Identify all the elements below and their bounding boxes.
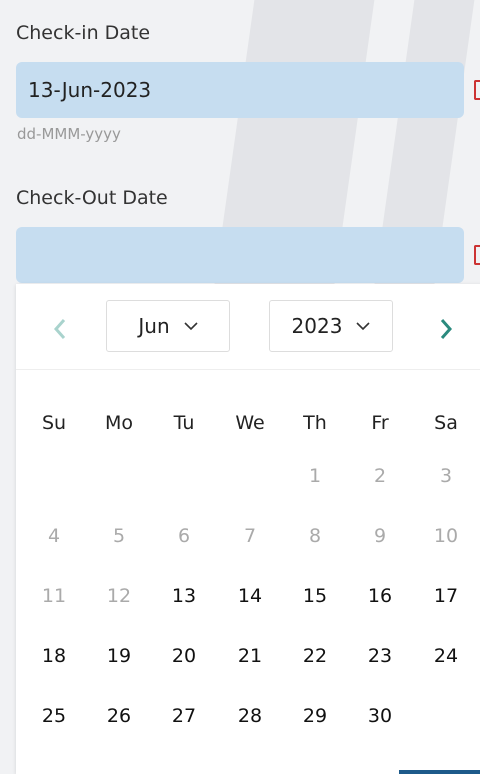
weekday-label: Tu bbox=[173, 412, 195, 434]
calendar-day[interactable]: 19 bbox=[99, 636, 139, 676]
calendar-day[interactable]: 16 bbox=[360, 576, 400, 616]
calendar-week-row: 4 5 6 7 8 9 10 bbox=[16, 516, 480, 556]
weekday-label: Sa bbox=[434, 412, 458, 434]
calendar-day[interactable]: 15 bbox=[295, 576, 335, 616]
checkin-date-input[interactable]: 13-Jun-2023 bbox=[16, 62, 464, 118]
calendar-icon[interactable] bbox=[474, 80, 480, 100]
calendar-day-disabled: 11 bbox=[41, 585, 67, 607]
chevron-down-icon bbox=[184, 322, 198, 331]
year-select[interactable]: 2023 bbox=[269, 300, 393, 352]
calendar-day[interactable]: 20 bbox=[164, 636, 204, 676]
calendar-day[interactable]: 23 bbox=[360, 636, 400, 676]
weekday-label: Su bbox=[41, 412, 67, 434]
calendar-day-disabled: 1 bbox=[308, 465, 322, 487]
calendar-day[interactable]: 18 bbox=[34, 636, 74, 676]
month-select[interactable]: Jun bbox=[106, 300, 230, 352]
calendar-day-disabled: 5 bbox=[112, 525, 126, 547]
calendar-day[interactable]: 30 bbox=[360, 696, 400, 736]
weekday-label: Fr bbox=[371, 412, 389, 434]
calendar-day-disabled: 7 bbox=[243, 525, 257, 547]
datepicker-header: Jun 2023 bbox=[16, 284, 480, 370]
weekday-label: We bbox=[235, 412, 265, 434]
calendar-day[interactable]: 22 bbox=[295, 636, 335, 676]
calendar-day[interactable]: 27 bbox=[164, 696, 204, 736]
chevron-right-icon bbox=[440, 319, 453, 339]
calendar-week-row: 18 19 20 21 22 23 24 bbox=[16, 636, 480, 676]
checkout-label: Check-Out Date bbox=[16, 187, 168, 209]
calendar-day-disabled: 9 bbox=[373, 525, 387, 547]
calendar-week-row: 25 26 27 28 29 30 bbox=[16, 696, 480, 736]
calendar-day-disabled: 6 bbox=[177, 525, 191, 547]
year-select-value: 2023 bbox=[291, 314, 343, 338]
calendar-day[interactable]: 28 bbox=[230, 696, 270, 736]
footer-bar bbox=[399, 770, 480, 774]
weekday-header-row: Su Mo Tu We Th Fr Sa bbox=[16, 403, 480, 443]
prev-month-button[interactable] bbox=[46, 314, 76, 344]
calendar-day-disabled: 12 bbox=[106, 585, 132, 607]
chevron-left-icon bbox=[53, 319, 66, 339]
month-select-value: Jun bbox=[138, 314, 170, 338]
calendar-day[interactable]: 13 bbox=[164, 576, 204, 616]
calendar-day-disabled: 8 bbox=[308, 525, 322, 547]
calendar-day[interactable]: 21 bbox=[230, 636, 270, 676]
datepicker-popup: Jun 2023 Su Mo Tu We Th Fr Sa 1 2 3 4 5 6 7 8 9 10 11 12 1… bbox=[16, 284, 480, 774]
calendar-day-disabled: 4 bbox=[47, 525, 61, 547]
calendar-day[interactable]: 29 bbox=[295, 696, 335, 736]
calendar-day[interactable]: 14 bbox=[230, 576, 270, 616]
weekday-label: Mo bbox=[104, 412, 134, 434]
calendar-day[interactable]: 26 bbox=[99, 696, 139, 736]
date-format-hint: dd-MMM-yyyy bbox=[17, 125, 121, 143]
calendar-day[interactable]: 25 bbox=[34, 696, 74, 736]
calendar-day-disabled: 2 bbox=[373, 465, 387, 487]
chevron-down-icon bbox=[356, 322, 371, 331]
checkin-label: Check-in Date bbox=[16, 22, 151, 44]
checkout-date-input[interactable] bbox=[16, 227, 464, 283]
calendar-icon[interactable] bbox=[474, 245, 480, 265]
calendar-day-disabled: 10 bbox=[433, 525, 459, 547]
calendar-week-row: 11 12 13 14 15 16 17 bbox=[16, 576, 480, 616]
calendar-day-disabled: 3 bbox=[439, 465, 453, 487]
calendar-day[interactable]: 17 bbox=[426, 576, 466, 616]
weekday-label: Th bbox=[303, 412, 327, 434]
calendar-week-row: 1 2 3 bbox=[16, 456, 480, 496]
next-month-button[interactable] bbox=[430, 314, 460, 344]
calendar-day[interactable]: 24 bbox=[426, 636, 466, 676]
